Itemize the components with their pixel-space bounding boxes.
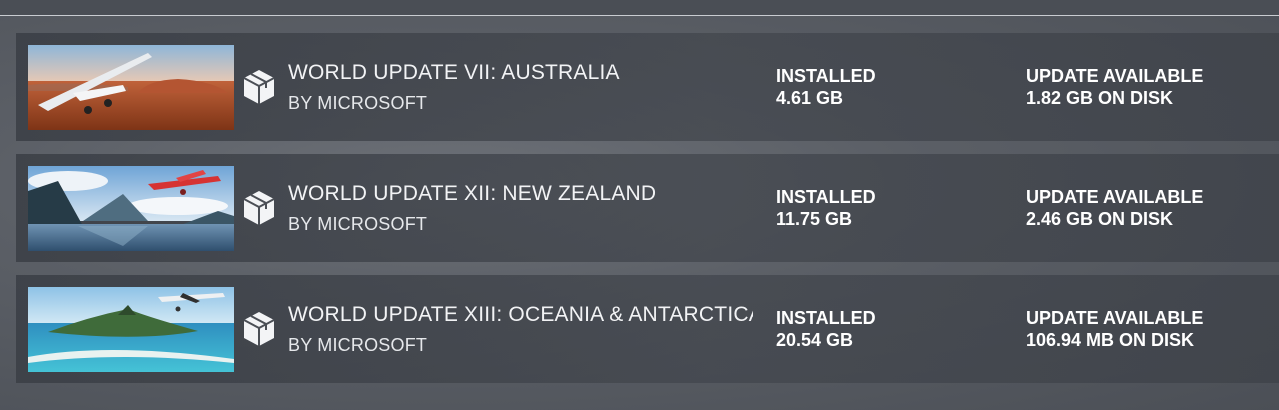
list-item-australia[interactable]: WORLD UPDATE VII: AUSTRALIA BY MICROSOFT…: [16, 33, 1279, 141]
installed-size: 4.61 GB: [776, 88, 844, 108]
item-title: WORLD UPDATE XII: NEW ZEALAND: [288, 182, 657, 205]
installed-size: 20.54 GB: [776, 330, 854, 350]
update-status: UPDATE AVAILABLE 1.82 GB ON DISK: [1026, 65, 1203, 109]
thumbnail-image: [28, 287, 234, 372]
list-item-oceania-antarctica[interactable]: WORLD UPDATE XIII: OCEANIA & ANTARCTICA …: [16, 275, 1279, 383]
item-title: WORLD UPDATE VII: AUSTRALIA: [288, 61, 620, 84]
installed-status: INSTALLED 20.54 GB: [776, 307, 876, 351]
package-icon: [242, 310, 276, 348]
update-label: UPDATE AVAILABLE: [1026, 66, 1204, 86]
update-size: 1.82 GB ON DISK: [1026, 88, 1174, 108]
installed-status: INSTALLED 4.61 GB: [776, 65, 876, 109]
update-status: UPDATE AVAILABLE 2.46 GB ON DISK: [1026, 186, 1203, 230]
status-label: INSTALLED: [776, 66, 876, 86]
status-label: INSTALLED: [776, 187, 876, 207]
update-label: UPDATE AVAILABLE: [1026, 308, 1204, 328]
update-label: UPDATE AVAILABLE: [1026, 187, 1204, 207]
item-publisher: BY MICROSOFT: [288, 214, 428, 234]
package-icon: [242, 68, 276, 106]
installed-status: INSTALLED 11.75 GB: [776, 186, 876, 230]
installed-size: 11.75 GB: [776, 209, 853, 229]
list-item-new-zealand[interactable]: WORLD UPDATE XII: NEW ZEALAND BY MICROSO…: [16, 154, 1279, 262]
update-size: 2.46 GB ON DISK: [1026, 209, 1174, 229]
item-publisher: BY MICROSOFT: [288, 335, 428, 355]
content-list: WORLD UPDATE VII: AUSTRALIA BY MICROSOFT…: [16, 33, 1279, 396]
item-publisher: BY MICROSOFT: [288, 93, 428, 113]
update-size: 106.94 MB ON DISK: [1026, 330, 1195, 350]
update-status: UPDATE AVAILABLE 106.94 MB ON DISK: [1026, 307, 1203, 351]
header-divider: [0, 0, 1279, 16]
thumbnail-image: [28, 166, 234, 251]
status-label: INSTALLED: [776, 308, 876, 328]
package-icon: [242, 189, 276, 227]
item-title: WORLD UPDATE XIII: OCEANIA & ANTARCTICA: [288, 303, 753, 326]
thumbnail-image: [28, 45, 234, 130]
